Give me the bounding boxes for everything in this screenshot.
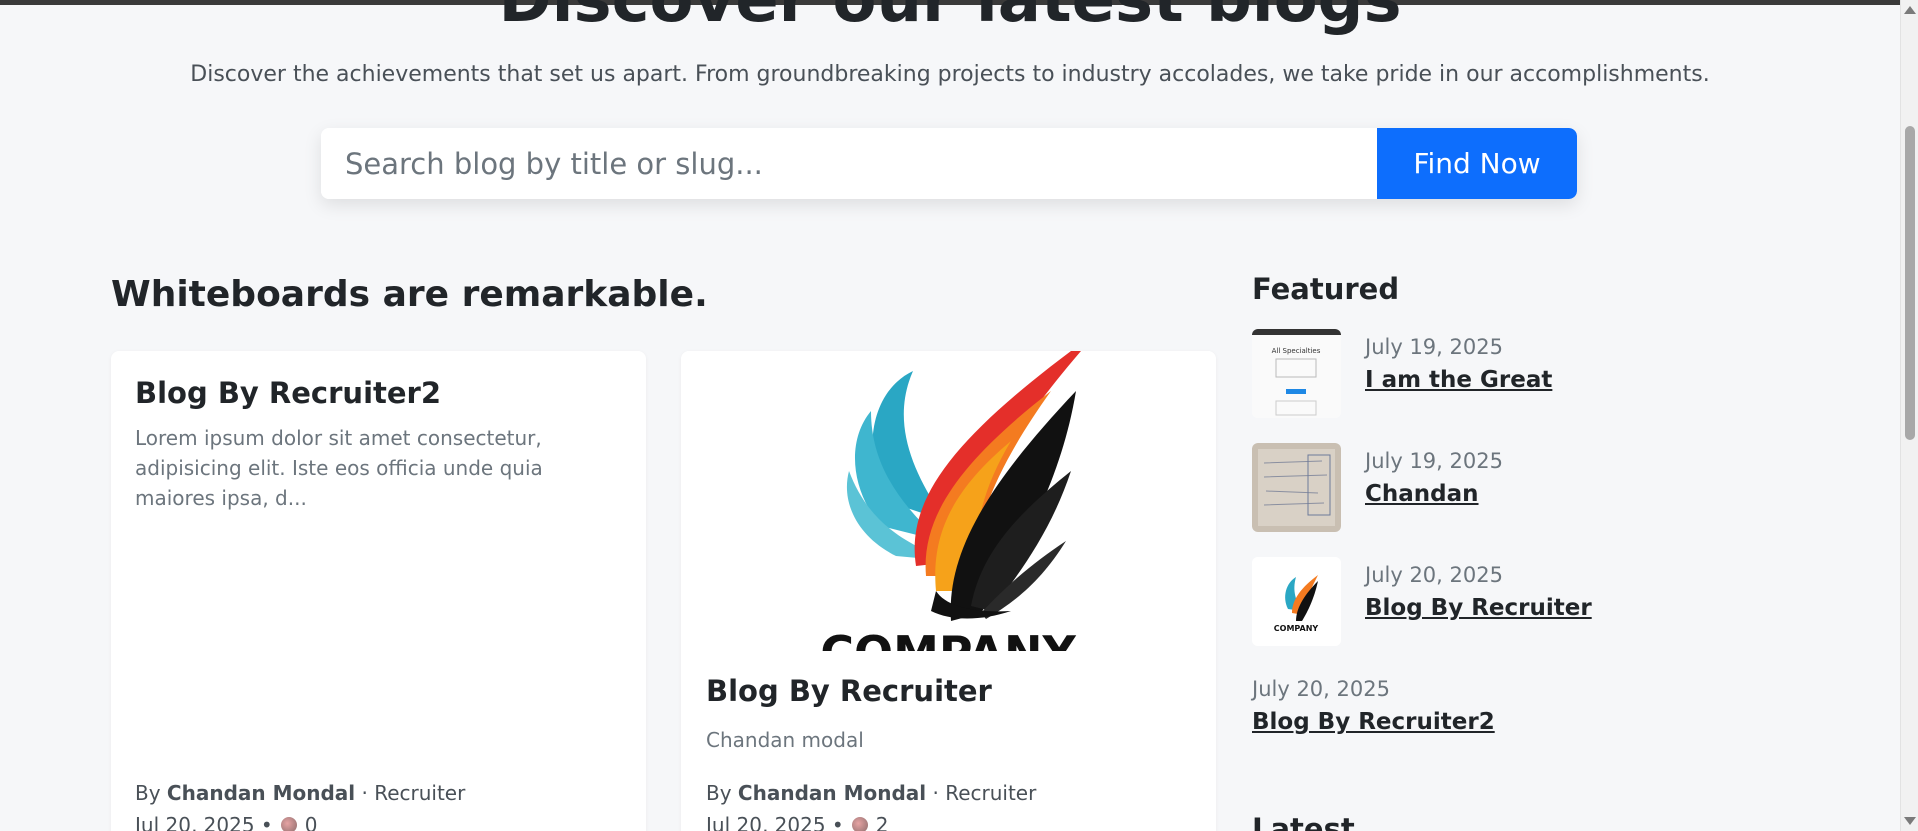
screenshot-thumbnail-icon: All Specialties xyxy=(1252,329,1341,418)
scrollbar-thumb[interactable] xyxy=(1905,126,1915,440)
blog-card-excerpt: Chandan modal xyxy=(706,728,864,752)
author-role: · Recruiter xyxy=(932,781,1037,805)
svg-text:COMPANY: COMPANY xyxy=(1274,624,1319,633)
views-icon xyxy=(280,817,297,831)
by-prefix: By xyxy=(706,781,732,805)
find-now-button[interactable]: Find Now xyxy=(1377,128,1577,199)
featured-thumbnail[interactable]: COMPANY xyxy=(1252,557,1341,646)
company-wing-logo: COMPANY xyxy=(820,351,1081,680)
blog-card-title[interactable]: Blog By Recruiter2 xyxy=(135,376,441,410)
blog-card[interactable]: COMPANY Blog By Recruiter Chandan modal … xyxy=(681,351,1216,831)
latest-heading: Latest xyxy=(1252,812,1355,831)
blog-card-excerpt: Lorem ipsum dolor sit amet consectetur, … xyxy=(135,426,543,510)
scroll-up-arrow-icon[interactable] xyxy=(1904,6,1916,14)
blog-card-stats: Jul 20, 2025 • 0 xyxy=(135,813,317,831)
views-icon xyxy=(851,817,868,831)
author-role: · Recruiter xyxy=(361,781,466,805)
blog-card[interactable]: Blog By Recruiter2 Lorem ipsum dolor sit… xyxy=(111,351,646,831)
whiteboard-photo-icon xyxy=(1252,443,1341,532)
author-name: Chandan Mondal xyxy=(737,781,927,805)
author-name: Chandan Mondal xyxy=(166,781,356,805)
section-title: Whiteboards are remarkable. xyxy=(111,274,708,315)
views-count: 2 xyxy=(875,813,889,831)
logo-wordmark: COMPANY xyxy=(820,626,1076,651)
vertical-scrollbar[interactable] xyxy=(1900,0,1918,831)
search-bar: Find Now xyxy=(321,128,1577,199)
featured-date: July 19, 2025 xyxy=(1365,335,1503,359)
svg-text:All Specialties: All Specialties xyxy=(1272,347,1321,355)
featured-date: July 19, 2025 xyxy=(1365,449,1503,473)
blog-card-title[interactable]: Blog By Recruiter xyxy=(706,674,992,708)
featured-link[interactable]: Chandan xyxy=(1365,481,1479,507)
blog-card-author-line: By Chandan Mondal · Recruiter xyxy=(135,781,465,805)
page-content: Discover our latest blogs Discover the a… xyxy=(0,0,1900,831)
blog-card-author-line: By Chandan Mondal · Recruiter xyxy=(706,781,1036,805)
featured-heading: Featured xyxy=(1252,272,1400,306)
search-input[interactable] xyxy=(321,128,1377,199)
featured-thumbnail[interactable]: All Specialties xyxy=(1252,329,1341,418)
featured-link[interactable]: Blog By Recruiter xyxy=(1365,595,1592,621)
page-subtitle: Discover the achievements that set us ap… xyxy=(190,62,1710,87)
blog-card-date: Jul 20, 2025 • xyxy=(135,813,273,831)
scroll-down-arrow-icon[interactable] xyxy=(1904,817,1916,825)
by-prefix: By xyxy=(135,781,161,805)
featured-date: July 20, 2025 xyxy=(1365,563,1503,587)
featured-date: July 20, 2025 xyxy=(1252,677,1390,701)
blog-card-date: Jul 20, 2025 • xyxy=(706,813,844,831)
featured-link[interactable]: I am the Great xyxy=(1365,367,1552,393)
company-logo-thumbnail-icon: COMPANY xyxy=(1252,557,1341,646)
views-count: 0 xyxy=(304,813,318,831)
featured-link[interactable]: Blog By Recruiter2 xyxy=(1252,709,1495,735)
blog-card-image[interactable]: COMPANY xyxy=(681,351,1216,680)
blog-card-stats: Jul 20, 2025 • 2 xyxy=(706,813,888,831)
featured-thumbnail[interactable] xyxy=(1252,443,1341,532)
page-title: Discover our latest blogs xyxy=(498,0,1402,37)
